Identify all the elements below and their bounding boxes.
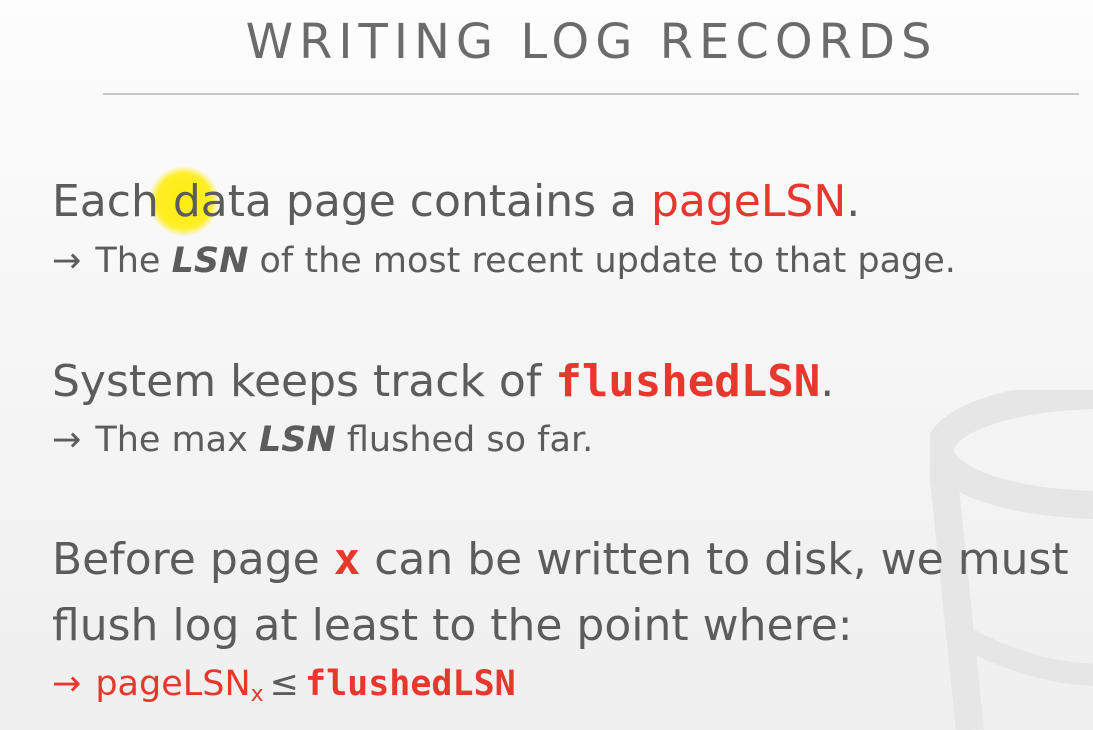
sub-text: The — [95, 241, 172, 281]
slide: WRITING LOG RECORDS Each data page conta… — [0, 0, 1093, 730]
sub-text: flushed so far. — [335, 420, 594, 460]
sub-bullet-flushed-lsn: → The max LSN flushed so far. — [52, 420, 593, 460]
bullet-before-write-line2: flush log at least to the point where: — [52, 600, 853, 651]
formula-operator: ≤ — [269, 664, 299, 704]
bullet-suffix: . — [820, 356, 835, 407]
bullet-flushed-lsn: System keeps track of flushedLSN. — [52, 356, 834, 407]
bullet-suffix: . — [846, 176, 861, 227]
flushed-lsn-term: flushedLSN — [555, 356, 821, 407]
lsn-emphasis: LSN — [258, 420, 336, 460]
bullet-text: Before page — [52, 534, 334, 585]
slide-title: WRITING LOG RECORDS — [245, 14, 938, 70]
sub-bullet-page-lsn: → The LSN of the most recent update to th… — [52, 241, 956, 281]
formula-subscript: x — [250, 682, 264, 707]
bullet-text: Each data page contains a — [52, 176, 651, 227]
arrow-icon: → — [52, 420, 82, 460]
sub-text: of the most recent update to that page. — [248, 241, 956, 281]
sub-text: The max — [95, 420, 259, 460]
page-lsn-term: pageLSN — [650, 176, 847, 227]
lsn-emphasis: LSN — [171, 241, 249, 281]
formula-line: → pageLSNx ≤ flushedLSN — [52, 664, 516, 707]
bullet-before-write: Before page x can be written to disk, we… — [52, 534, 1069, 585]
formula-right: flushedLSN — [305, 664, 516, 704]
bullet-page-lsn: Each data page contains a pageLSN. — [52, 176, 860, 227]
bullet-text: System keeps track of — [52, 356, 556, 407]
bullet-text: can be written to disk, we must — [360, 534, 1069, 585]
formula-left: pageLSN — [95, 664, 251, 704]
arrow-icon: → — [52, 241, 82, 281]
title-divider — [103, 93, 1079, 95]
bullet-text: flush log at least to the point where: — [52, 600, 853, 651]
arrow-icon: → — [52, 664, 82, 704]
page-x-term: x — [333, 534, 361, 585]
